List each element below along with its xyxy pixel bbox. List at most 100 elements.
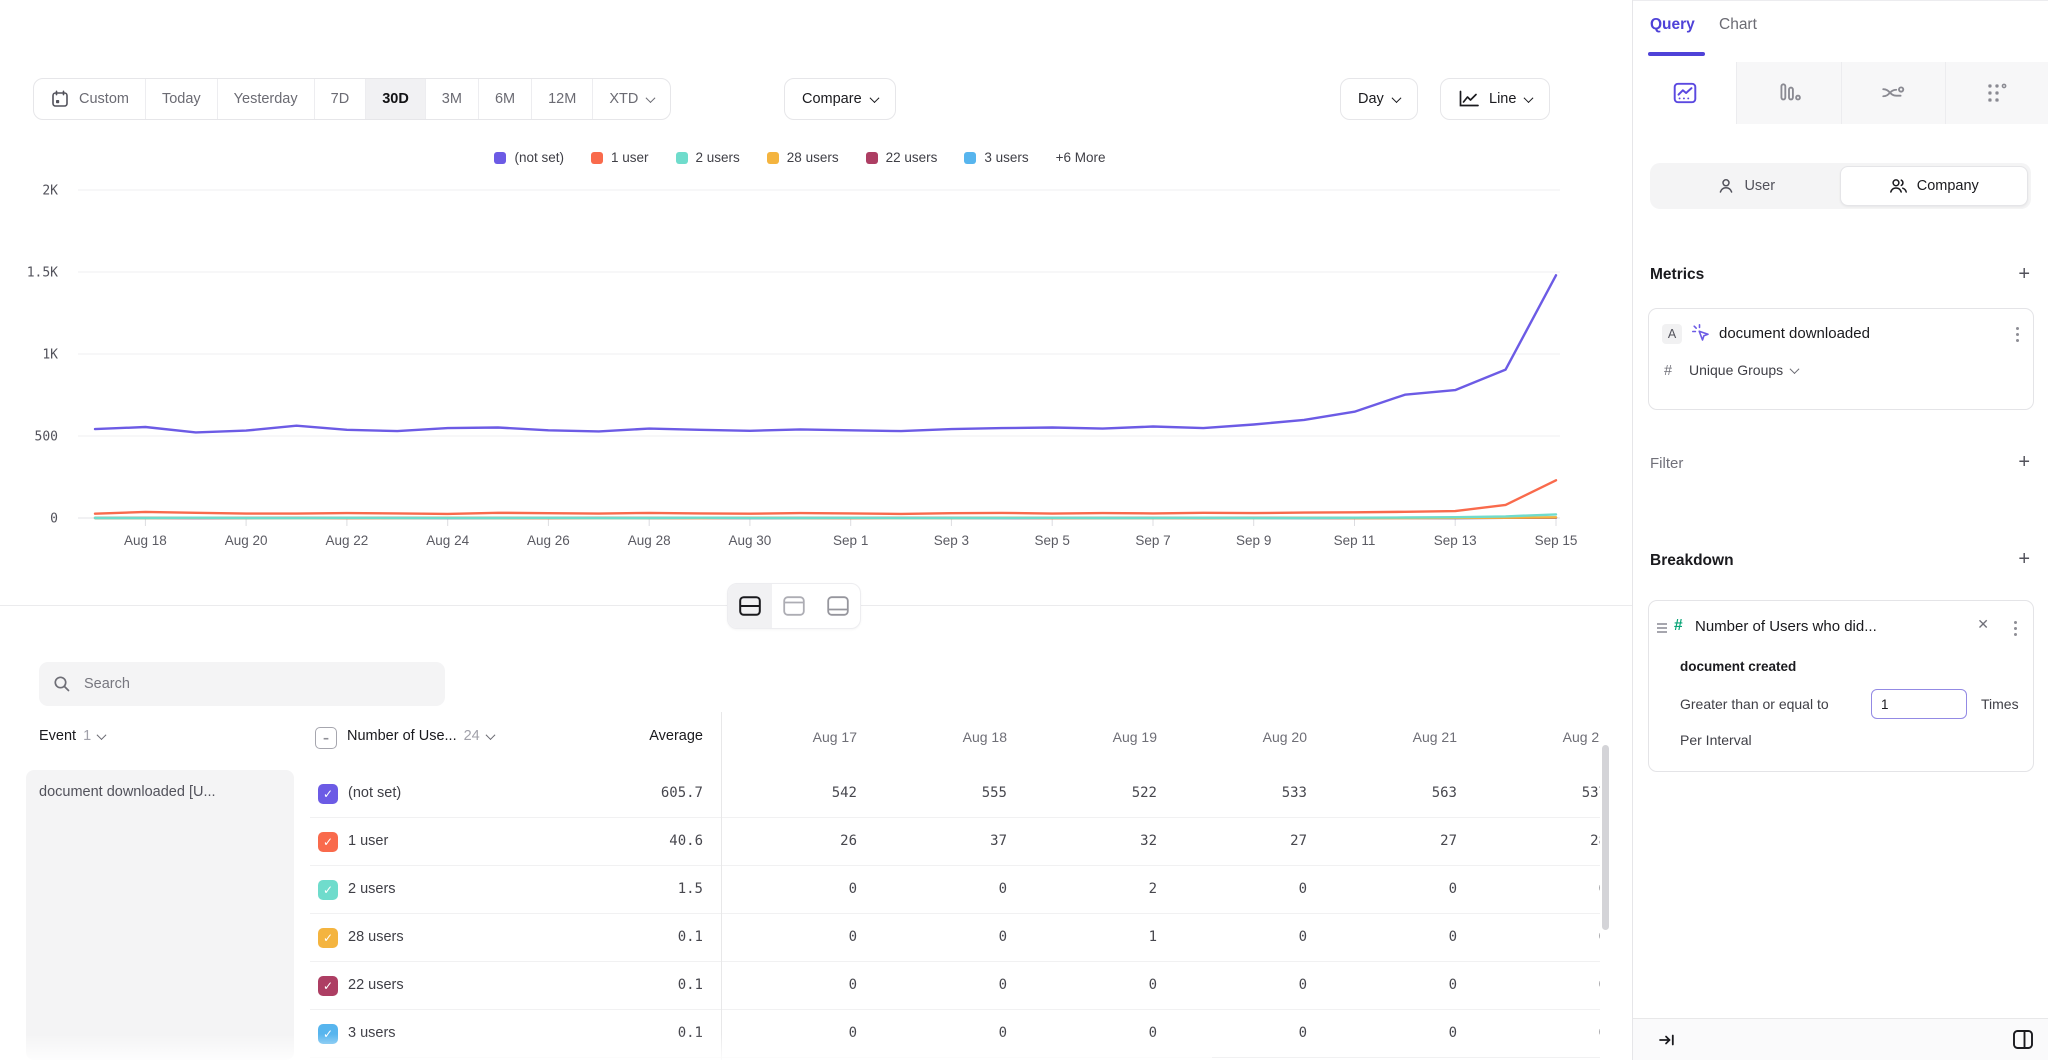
average-value: 605.7 [566,785,703,801]
svg-text:Aug 30: Aug 30 [729,533,772,548]
table-row[interactable]: ✓ 28 users 0.1 0 0 1 0 0 0 [26,914,1600,962]
average-value: 0.1 [566,977,703,993]
view-chart-only-button[interactable] [772,584,816,628]
breakdown-more-menu[interactable] [2012,619,2019,638]
legend-item[interactable]: 1 user [591,150,649,165]
group-column-header[interactable]: Number of Use... 24 [347,728,494,744]
toggle-side-panel-button[interactable] [2012,1029,2034,1055]
group-count: 24 [464,728,480,744]
legend-more-link[interactable]: +6 More [1056,150,1106,165]
metric-card[interactable]: A document downloaded # Unique Groups [1648,308,2034,410]
grid-dots-icon [1984,80,2010,106]
view-table-only-button[interactable] [816,584,860,628]
compare-button[interactable]: Compare [784,78,896,120]
tab-chart[interactable]: Chart [1719,16,1757,34]
range-yesterday[interactable]: Yesterday [218,79,315,119]
chevron-down-icon [646,93,656,103]
date-column-header: Aug 18 [875,729,1007,745]
search-input[interactable] [82,675,416,693]
row-checkbox[interactable]: ✓ [318,832,338,852]
date-column-header: Aug 17 [725,729,857,745]
arrow-to-bar-icon [1658,1031,1676,1049]
side-panel-icon [2012,1029,2034,1050]
add-breakdown-button[interactable]: + [2018,549,2030,569]
legend-item[interactable]: 28 users [767,150,839,165]
event-column-header[interactable]: Event 1 [39,728,105,744]
select-all-checkbox[interactable]: – [315,727,337,749]
svg-text:Sep 11: Sep 11 [1334,533,1376,548]
chart-type-dropdown[interactable]: Line [1440,78,1550,120]
table-row[interactable]: ✓ (not set) 605.7 542 555 522 533 563 53… [26,770,1600,818]
table-scrollbar[interactable] [1602,745,1609,930]
table-row[interactable]: ✓ 3 users 0.1 0 0 0 0 0 0 [26,1010,1600,1058]
collapse-panel-button[interactable] [1658,1031,1676,1054]
chart-type-flow-tab[interactable] [1841,62,1945,124]
row-checkbox[interactable]: ✓ [318,784,338,804]
chart-type-line-tab[interactable] [1633,62,1736,124]
table-row[interactable]: ✓ 2 users 1.5 0 0 2 0 0 0 [26,866,1600,914]
svg-text:Aug 18: Aug 18 [124,533,167,548]
interval-dropdown[interactable]: Day [1340,78,1418,120]
line-chart[interactable]: 05001K1.5K2KAug 18Aug 20Aug 22Aug 24Aug … [0,180,1632,580]
range-7d[interactable]: 7D [315,79,367,119]
row-checkbox[interactable]: ✓ [318,880,338,900]
svg-text:Aug 26: Aug 26 [527,533,570,548]
flow-sankey-icon [1880,80,1906,106]
compare-button-wrap: Compare [784,78,896,120]
row-checkbox[interactable]: ✓ [318,928,338,948]
row-divider [310,1057,1600,1058]
chevron-down-icon [869,93,879,103]
legend-item[interactable]: 3 users [964,150,1028,165]
legend-swatch [767,152,779,164]
row-checkbox[interactable]: ✓ [318,1024,338,1044]
svg-text:Aug 22: Aug 22 [326,533,369,548]
per-interval-label[interactable]: Per Interval [1680,732,1752,748]
range-today[interactable]: Today [146,79,218,119]
chevron-down-icon [1790,364,1800,374]
range-3m[interactable]: 3M [426,79,479,119]
breakdown-card[interactable]: # Number of Users who did... ✕ document … [1648,600,2034,772]
range-custom[interactable]: Custom [34,79,146,119]
user-icon [1717,177,1735,195]
row-checkbox[interactable]: ✓ [318,976,338,996]
entity-company-option[interactable]: Company [1840,166,2029,206]
date-column-header: Aug 19 [1025,729,1157,745]
metric-event-name[interactable]: document downloaded [1719,325,1870,342]
chart-type-bar-tab[interactable] [1736,62,1840,124]
legend-item[interactable]: (not set) [494,150,564,165]
times-unit-label: Times [1981,696,2019,712]
range-12m[interactable]: 12M [532,79,593,119]
measure-dropdown[interactable]: Unique Groups [1689,362,1798,378]
legend-item[interactable]: 2 users [676,150,740,165]
chart-type-grid-tab[interactable] [1945,62,2048,124]
breakdown-event-name[interactable]: document created [1680,659,1796,674]
legend-item[interactable]: 22 users [866,150,938,165]
range-xtd[interactable]: XTD [593,79,670,119]
legend-swatch [676,152,688,164]
drag-handle-icon[interactable] [1657,623,1667,633]
svg-text:Sep 13: Sep 13 [1434,533,1477,548]
add-metric-button[interactable]: + [2018,264,2030,284]
breakdown-condition-label[interactable]: Greater than or equal to [1680,696,1829,712]
average-value: 1.5 [566,881,703,897]
table-row[interactable]: ✓ 1 user 40.6 26 37 32 27 27 28 [26,818,1600,866]
svg-text:Aug 24: Aug 24 [426,533,469,548]
tab-query[interactable]: Query [1650,16,1695,34]
close-icon[interactable]: ✕ [1977,617,1989,633]
metric-more-menu[interactable] [2014,325,2021,344]
table-row[interactable]: ✓ 22 users 0.1 0 0 0 0 0 0 [26,962,1600,1010]
svg-text:1.5K: 1.5K [27,266,58,281]
range-6m[interactable]: 6M [479,79,532,119]
chevron-down-icon [1524,93,1534,103]
view-split-button[interactable] [728,584,772,628]
svg-text:Sep 5: Sep 5 [1035,533,1070,548]
breakdown-title[interactable]: Number of Users who did... [1695,618,1877,635]
add-filter-button[interactable]: + [2018,452,2030,472]
line-chart-icon [1672,80,1698,106]
entity-user-option[interactable]: User [1653,166,1840,206]
metric-letter-badge: A [1662,324,1682,344]
times-value-input[interactable] [1871,689,1967,719]
frozen-column-divider [721,712,722,1060]
range-30d-selected[interactable]: 30D [366,79,426,119]
query-panel: Query Chart User [1632,0,2048,1060]
